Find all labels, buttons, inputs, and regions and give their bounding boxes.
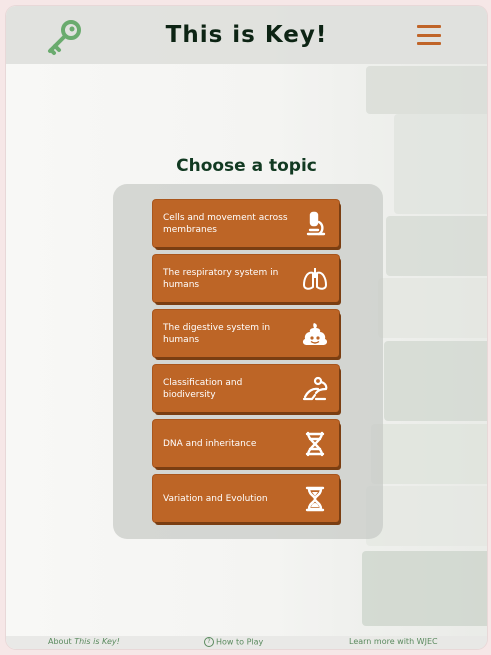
frog-icon <box>302 376 328 400</box>
topic-button-digestive[interactable]: The digestive system in humans <box>153 310 339 357</box>
topic-label: The digestive system in humans <box>163 322 271 345</box>
about-link[interactable]: About This is Key! <box>48 637 120 646</box>
hourglass-icon <box>305 486 325 511</box>
topic-label: Cells and movement across membranes <box>163 212 288 235</box>
footer-bar: About This is Key! ? How to Play Learn mo… <box>6 636 487 649</box>
topic-button-respiratory[interactable]: The respiratory system in humans <box>153 255 339 302</box>
hamburger-menu-icon[interactable] <box>417 25 441 45</box>
topic-button-variation[interactable]: Variation and Evolution <box>153 475 339 522</box>
topic-panel: Cells and movement across membranes The … <box>113 184 383 539</box>
topic-label: Variation and Evolution <box>163 493 268 504</box>
topic-label: Classification and biodiversity <box>163 377 243 400</box>
page-heading: Choose a topic <box>176 156 317 176</box>
dna-icon <box>305 431 325 456</box>
app-frame: This is Key! Choose a topic Cells and mo… <box>6 6 487 649</box>
topic-button-cells[interactable]: Cells and movement across membranes <box>153 200 339 247</box>
key-icon[interactable] <box>44 18 84 56</box>
learn-more-link[interactable]: Learn more with WJEC <box>349 637 438 646</box>
microscope-icon <box>306 211 326 235</box>
topic-button-classification[interactable]: Classification and biodiversity <box>153 365 339 412</box>
app-header: This is Key! <box>6 6 487 64</box>
topic-label: DNA and inheritance <box>163 438 257 449</box>
lungs-icon <box>303 267 327 290</box>
app-title: This is Key! <box>165 22 328 48</box>
how-to-play-link[interactable]: ? How to Play <box>204 637 263 647</box>
poop-icon <box>302 322 328 345</box>
topic-label: The respiratory system in humans <box>163 267 279 290</box>
topic-button-dna[interactable]: DNA and inheritance <box>153 420 339 467</box>
help-circle-icon: ? <box>204 637 214 647</box>
